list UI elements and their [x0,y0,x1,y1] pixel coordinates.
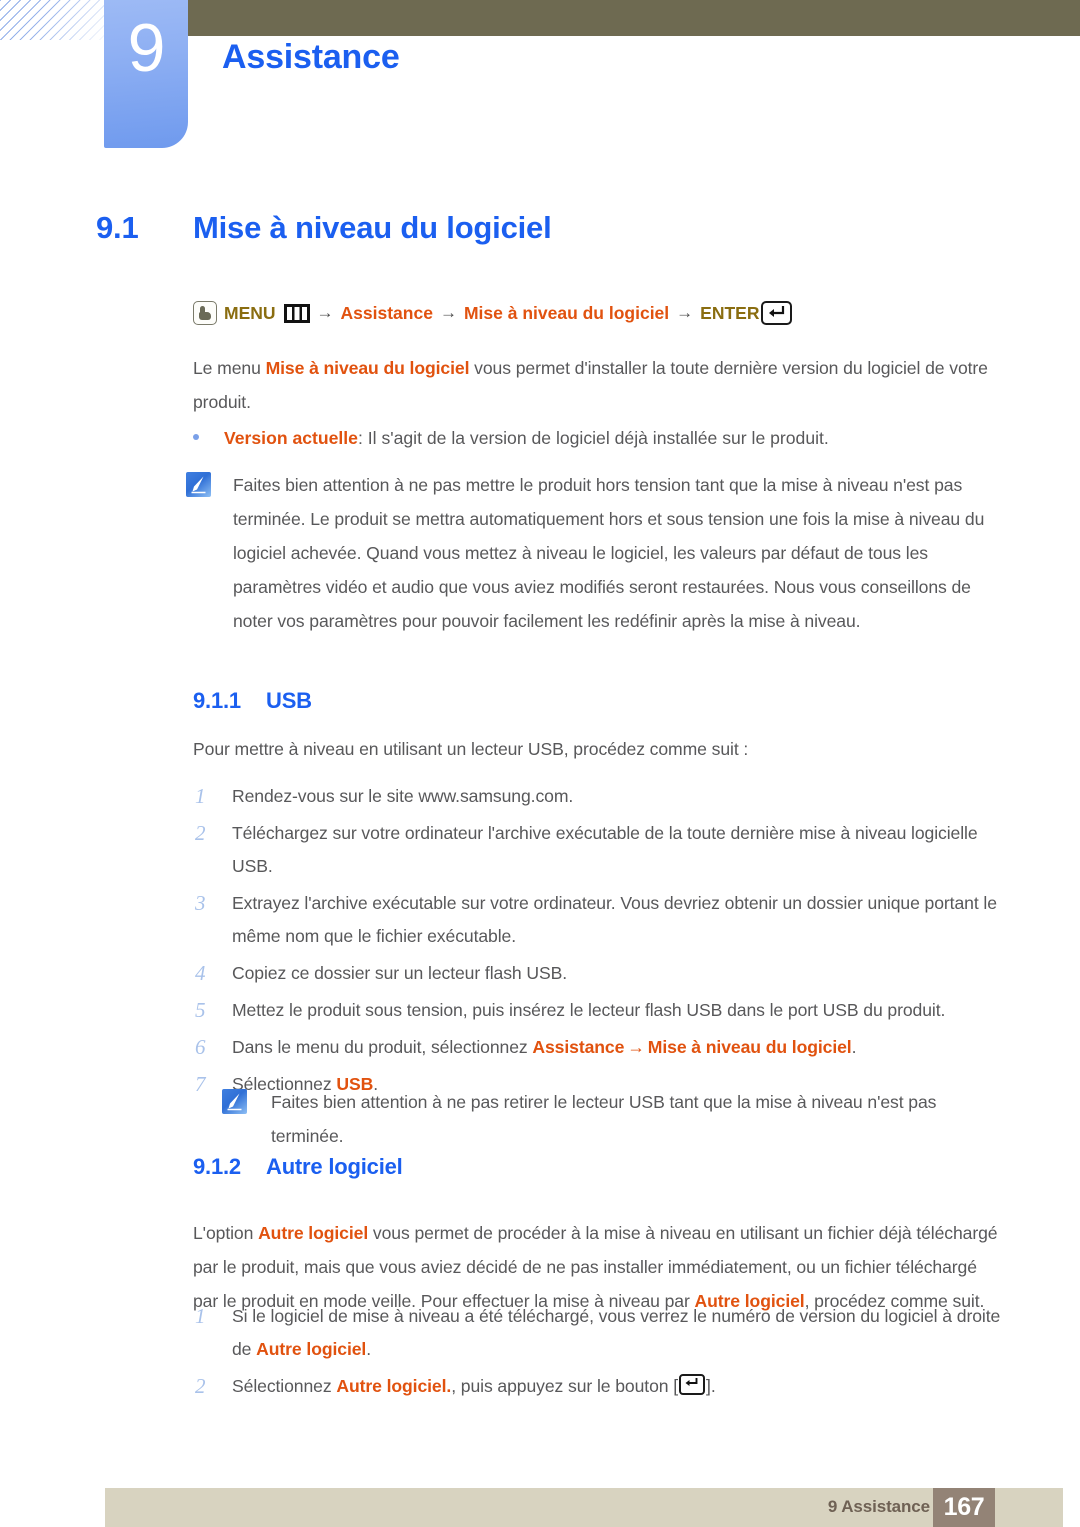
note-block-2: Faites bien attention à ne pas retirer l… [222,1085,1012,1153]
page-number-box: 167 [933,1488,995,1527]
list-item: 1 Rendez-vous sur le site www.samsung.co… [193,780,1005,813]
page-header: 9 Assistance [0,0,1080,152]
section-heading: 9.1 Mise à niveau du logiciel [96,210,552,246]
list-item: 4 Copiez ce dossier sur un lecteur flash… [193,957,1005,990]
step-number: 6 [195,1035,206,1059]
step-text-post: . [851,1037,857,1057]
autre-steps-list: 1 Si le logiciel de mise à niveau a été … [193,1300,1005,1407]
enter-key-icon [761,301,793,325]
step-text-pre: Sélectionnez [232,1376,337,1396]
step-text: Dans le menu du produit, sélectionnez As… [232,1031,1005,1064]
note-text-1: Faites bien attention à ne pas mettre le… [233,475,985,631]
autre-highlight-1: Autre logiciel [258,1223,369,1243]
intro-paragraph: Le menu Mise à niveau du logiciel vous p… [193,351,1005,419]
subsection-heading-autre: 9.1.2 Autre logiciel [193,1154,403,1180]
section-title: Mise à niveau du logiciel [193,210,552,245]
step-text-post: ]. [706,1376,716,1396]
list-item: 6 Dans le menu du produit, sélectionnez … [193,1031,1005,1064]
step-number: 1 [195,1304,206,1328]
enter-label: ENTER [700,302,760,323]
subsection-number-autre: 9.1.2 [193,1154,241,1179]
breadcrumb-step-assistance: Assistance [340,302,433,323]
list-item: 2 Téléchargez sur votre ordinateur l'arc… [193,817,1005,883]
step-number: 2 [195,1374,206,1398]
chapter-tab: 9 [104,0,188,148]
list-item: 2 Sélectionnez Autre logiciel., puis app… [193,1370,1005,1403]
step-number: 5 [195,998,206,1022]
step-text: Extrayez l'archive exécutable sur votre … [232,893,997,946]
decorative-hatch-pattern [0,0,118,40]
bullet-version-actuelle: Version actuelle: Il s'agit de la versio… [193,422,1005,454]
step-highlight-autre-logiciel: Autre logiciel. [336,1376,452,1396]
step-highlight-autre-logiciel: Autre logiciel [256,1339,367,1359]
step-text: Copiez ce dossier sur un lecteur flash U… [232,963,568,983]
header-olive-bar [168,0,1080,36]
list-item: 5 Mettez le produit sous tension, puis i… [193,994,1005,1027]
usb-steps-list: 1 Rendez-vous sur le site www.samsung.co… [193,780,1005,1105]
usb-intro-paragraph: Pour mettre à niveau en utilisant un lec… [193,739,749,759]
autre-text-1: L'option [193,1223,259,1243]
breadcrumb-arrow-3: → [676,303,694,322]
bullet-dot-icon [193,434,199,440]
step-number: 4 [195,961,206,985]
footer-chapter-label: 9 Assistance [827,1497,930,1516]
note-pen-icon [222,1089,247,1114]
breadcrumb-arrow-1: → [316,303,334,322]
step-text: Mettez le produit sous tension, puis ins… [232,1000,946,1020]
breadcrumb-arrow-2: → [439,303,457,322]
enter-key-icon [679,1374,706,1395]
step-arrow-icon: → [627,1037,645,1057]
step-text-post: . [366,1339,372,1359]
step-highlight-assistance: Assistance [532,1037,625,1057]
menu-label: MENU [224,302,276,323]
chapter-title: Assistance [222,38,400,76]
subsection-heading-usb: 9.1.1 USB [193,688,312,714]
step-text: Téléchargez sur votre ordinateur l'archi… [232,823,978,876]
chapter-number: 9 [127,10,166,86]
step-text: Si le logiciel de mise à niveau a été té… [232,1300,1005,1366]
subsection-title-autre: Autre logiciel [266,1154,403,1179]
page-footer: 9 Assistance 167 [105,1488,1063,1527]
step-highlight-mise-a-niveau: Mise à niveau du logiciel [647,1037,852,1057]
hand-press-icon [193,301,217,325]
section-number: 9.1 [96,210,139,245]
page-number: 167 [943,1493,985,1521]
bullet-description: : Il s'agit de la version de logiciel dé… [357,428,829,448]
step-text: Sélectionnez Autre logiciel., puis appuy… [232,1370,1005,1403]
note-text-2: Faites bien attention à ne pas retirer l… [271,1092,937,1146]
step-number: 1 [195,784,206,808]
step-number: 3 [195,891,206,915]
intro-highlight: Mise à niveau du logiciel [265,358,470,378]
note-block-1: Faites bien attention à ne pas mettre le… [186,468,1006,638]
subsection-number-usb: 9.1.1 [193,688,241,713]
step-text: Rendez-vous sur le site www.samsung.com. [232,786,574,806]
note-pen-icon [186,472,211,497]
step-number: 2 [195,821,206,845]
menu-path-breadcrumb: MENU → Assistance → Mise à niveau du log… [193,301,793,325]
bullet-term: Version actuelle [224,428,358,448]
list-item: 3 Extrayez l'archive exécutable sur votr… [193,887,1005,953]
step-text-pre: Dans le menu du produit, sélectionnez [232,1037,533,1057]
breadcrumb-step-mise-a-niveau: Mise à niveau du logiciel [463,302,670,323]
list-item: 1 Si le logiciel de mise à niveau a été … [193,1300,1005,1366]
menu-bars-icon [283,303,310,323]
step-text-mid: , puis appuyez sur le bouton [ [451,1376,679,1396]
subsection-title-usb: USB [266,688,312,713]
intro-text-1: Le menu [193,358,266,378]
